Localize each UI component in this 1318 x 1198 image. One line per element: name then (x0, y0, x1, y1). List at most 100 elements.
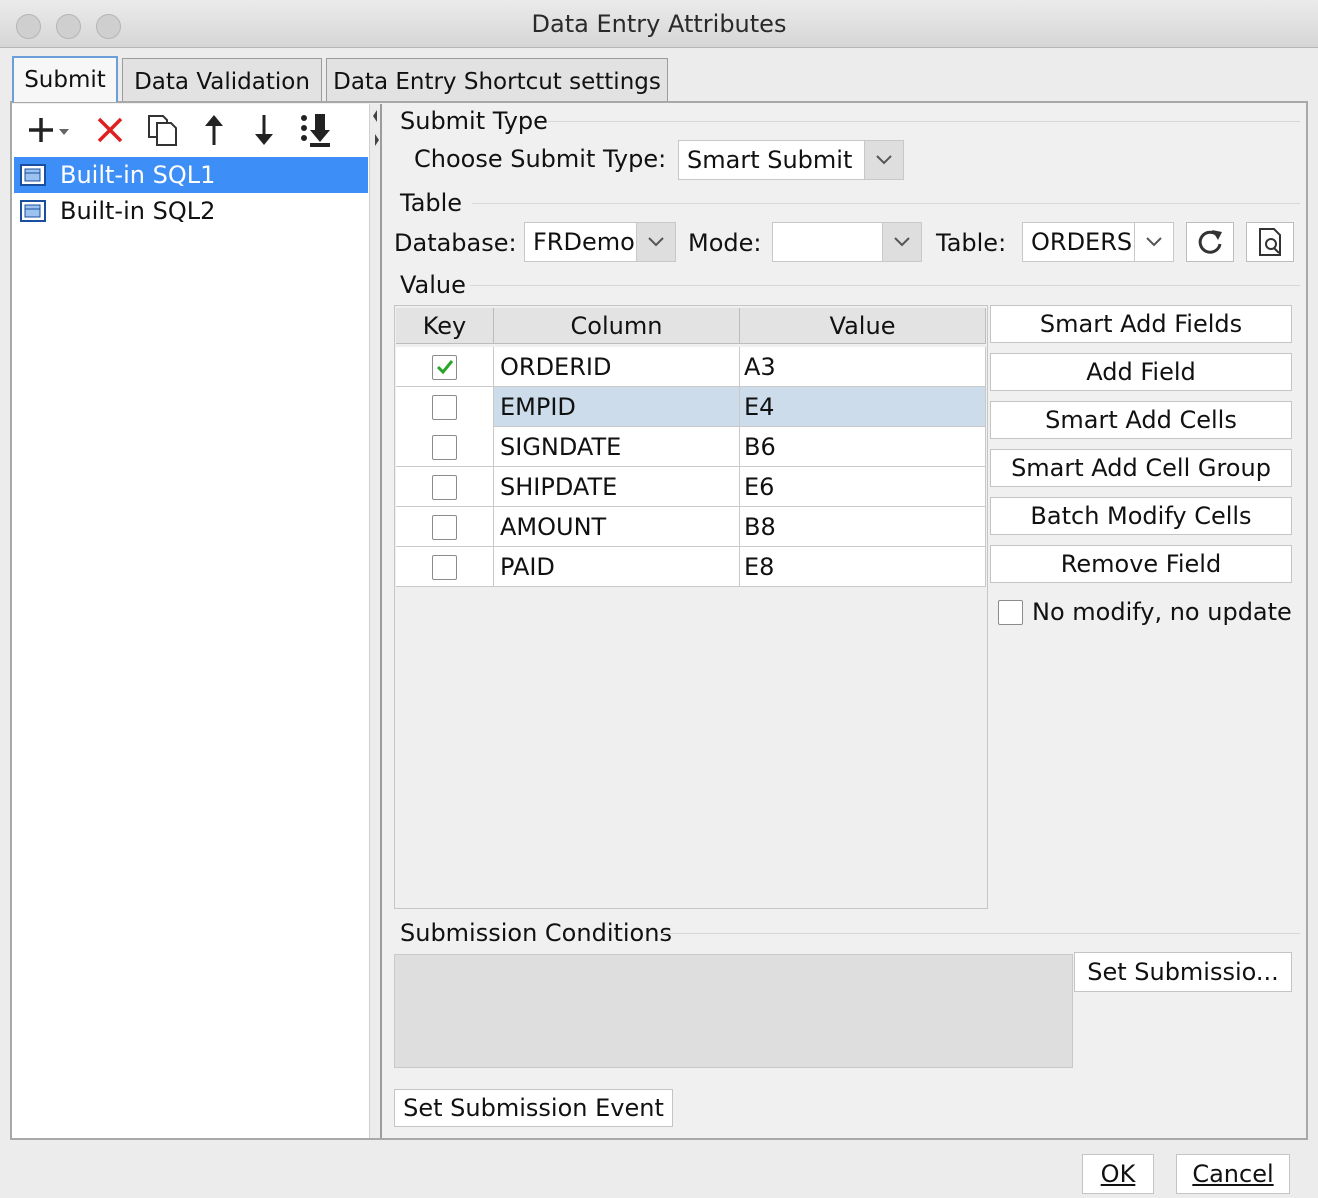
column-header-value[interactable]: Value (740, 308, 986, 344)
chevron-down-icon (1134, 223, 1173, 261)
smart-add-cells-button[interactable]: Smart Add Cells (990, 401, 1292, 439)
delete-icon (97, 117, 123, 143)
delete-button[interactable] (90, 110, 130, 150)
column-header-key[interactable]: Key (396, 308, 494, 344)
mode-select[interactable] (772, 222, 922, 262)
table-label: Table: (936, 229, 1007, 257)
panel-splitter[interactable] (370, 104, 382, 1138)
move-up-button[interactable] (196, 110, 232, 150)
tab-submit[interactable]: Submit (12, 56, 118, 102)
window-title: Data Entry Attributes (531, 10, 787, 38)
column-cell[interactable]: ORDERID (494, 347, 740, 387)
sql-list-item[interactable]: Built-in SQL2 (14, 193, 368, 229)
table-value: ORDERS (1031, 228, 1133, 256)
sql-list-item-label: Built-in SQL2 (60, 197, 216, 225)
section-divider (662, 933, 1300, 934)
table-row[interactable]: EMPID E4 (396, 387, 986, 427)
batch-modify-cells-button[interactable]: Batch Modify Cells (990, 497, 1292, 535)
table-row[interactable]: PAID E8 (396, 547, 986, 587)
move-down-icon (255, 115, 273, 145)
preview-icon (1259, 228, 1281, 256)
value-cell[interactable]: E4 (740, 387, 986, 427)
splitter-arrows-icon (373, 110, 379, 146)
database-label: Database: (394, 229, 517, 257)
value-section-title: Value (400, 271, 466, 299)
chevron-down-icon (636, 223, 675, 261)
section-divider (548, 121, 1300, 122)
set-submission-event-button[interactable]: Set Submission Event (394, 1089, 673, 1127)
table-icon (20, 200, 46, 222)
table-section-title: Table (400, 189, 463, 217)
ok-button[interactable]: OK (1082, 1154, 1154, 1194)
preview-table-button[interactable] (1246, 222, 1294, 262)
value-cell[interactable]: E6 (740, 467, 986, 507)
copy-icon (148, 115, 177, 146)
submit-type-section-title: Submit Type (400, 107, 548, 135)
tab-data-entry-shortcut-settings[interactable]: Data Entry Shortcut settings (326, 58, 668, 101)
key-cell[interactable] (396, 547, 494, 587)
column-cell[interactable]: AMOUNT (494, 507, 740, 547)
move-up-icon (205, 115, 223, 145)
value-cell[interactable]: E8 (740, 547, 986, 587)
copy-button[interactable] (142, 110, 182, 150)
tab-data-validation[interactable]: Data Validation (122, 58, 322, 101)
column-cell[interactable]: EMPID (494, 387, 740, 427)
smart-add-fields-button[interactable]: Smart Add Fields (990, 305, 1292, 343)
value-cell[interactable]: B8 (740, 507, 986, 547)
key-cell[interactable] (396, 387, 494, 427)
table-icon (20, 164, 46, 186)
smart-add-cell-group-button[interactable]: Smart Add Cell Group (990, 449, 1292, 487)
chevron-down-icon (882, 223, 921, 261)
sql-list-item-label: Built-in SQL1 (60, 161, 216, 189)
section-divider (472, 203, 1300, 204)
sql-list-item[interactable]: Built-in SQL1 (14, 157, 368, 193)
key-checkbox[interactable] (432, 474, 457, 500)
set-submission-conditions-button[interactable]: Set Submissio... (1074, 952, 1292, 992)
key-checkbox[interactable] (432, 354, 457, 380)
key-cell[interactable] (396, 467, 494, 507)
no-modify-label: No modify, no update (1032, 598, 1292, 626)
column-cell[interactable]: SIGNDATE (494, 427, 740, 467)
move-bottom-button[interactable] (296, 110, 340, 150)
key-checkbox[interactable] (432, 514, 457, 540)
section-divider (470, 285, 1300, 286)
cancel-button[interactable]: Cancel (1176, 1154, 1290, 1194)
submission-conditions-title: Submission Conditions (400, 919, 672, 947)
table-row[interactable]: SIGNDATE B6 (396, 427, 986, 467)
key-checkbox[interactable] (432, 394, 457, 420)
key-cell[interactable] (396, 427, 494, 467)
key-cell[interactable] (396, 507, 494, 547)
value-cell[interactable]: B6 (740, 427, 986, 467)
column-header-column[interactable]: Column (494, 308, 740, 344)
table-row[interactable]: ORDERID A3 (396, 347, 986, 387)
database-value: FRDemo (533, 228, 635, 256)
table-row[interactable]: AMOUNT B8 (396, 507, 986, 547)
add-field-button[interactable]: Add Field (990, 353, 1292, 391)
column-cell[interactable]: SHIPDATE (494, 467, 740, 507)
sql-list-panel (12, 104, 370, 1138)
submission-conditions-area (394, 954, 1073, 1068)
value-cell[interactable]: A3 (740, 347, 986, 387)
remove-field-button[interactable]: Remove Field (990, 545, 1292, 583)
key-checkbox[interactable] (432, 434, 457, 460)
database-select[interactable]: FRDemo (524, 222, 676, 262)
table-row[interactable]: SHIPDATE E6 (396, 467, 986, 507)
table-select[interactable]: ORDERS (1022, 222, 1174, 262)
move-down-button[interactable] (246, 110, 282, 150)
add-dropdown-icon (29, 118, 69, 142)
column-cell[interactable]: PAID (494, 547, 740, 587)
refresh-button[interactable] (1186, 222, 1234, 262)
move-bottom-icon (301, 114, 330, 147)
add-dropdown-button[interactable] (24, 110, 76, 150)
no-modify-checkbox[interactable] (998, 600, 1023, 625)
submit-type-value: Smart Submit (687, 146, 853, 174)
submit-type-select[interactable]: Smart Submit (678, 140, 904, 180)
mode-value (773, 223, 882, 261)
refresh-icon (1198, 230, 1222, 254)
key-checkbox[interactable] (432, 554, 457, 580)
chevron-down-icon (864, 141, 903, 179)
mode-label: Mode: (688, 229, 762, 257)
key-cell[interactable] (396, 347, 494, 387)
checkmark-icon (436, 360, 453, 375)
choose-submit-type-label: Choose Submit Type: (414, 145, 667, 173)
